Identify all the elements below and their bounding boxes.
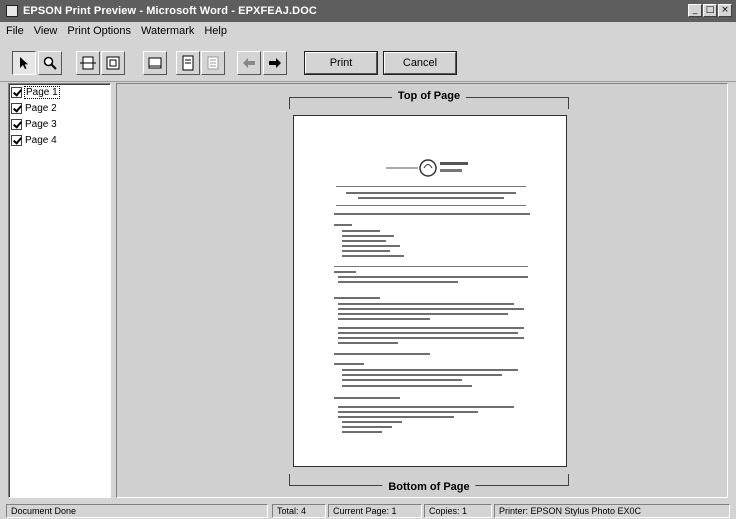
full-page-button[interactable] xyxy=(143,51,167,75)
top-of-page-label: Top of Page xyxy=(391,90,467,102)
bottom-of-page-label: Bottom of Page xyxy=(382,481,476,493)
zoom-icon xyxy=(43,56,57,70)
page-thumbnail[interactable] xyxy=(293,115,567,467)
app-icon xyxy=(6,5,18,17)
menu-help[interactable]: Help xyxy=(204,25,227,37)
status-current-page: Current Page: 1 xyxy=(328,503,422,518)
menu-file[interactable]: File xyxy=(6,25,24,37)
previous-page-icon xyxy=(243,58,255,68)
window-title: EPSON Print Preview - Microsoft Word - E… xyxy=(23,5,317,17)
print-button[interactable]: Print xyxy=(304,51,378,75)
page-4-label: Page 4 xyxy=(25,134,57,146)
page-list-item-2[interactable]: Page 2 xyxy=(11,101,108,115)
page-2-label: Page 2 xyxy=(25,102,57,114)
page-3-checkbox[interactable] xyxy=(11,118,22,130)
select-arrow-button[interactable] xyxy=(12,51,36,75)
status-message: Document Done xyxy=(6,503,268,518)
maximize-icon[interactable]: □ xyxy=(703,4,717,17)
fit-width-button[interactable] xyxy=(76,51,100,75)
bottom-of-page-marker: Bottom of Page xyxy=(289,474,569,493)
page-2-checkbox[interactable] xyxy=(11,102,22,114)
zoom-button[interactable] xyxy=(38,51,62,75)
settings-button[interactable] xyxy=(201,51,225,75)
page-list-item-4[interactable]: Page 4 xyxy=(11,133,108,147)
toolbar: Print Cancel xyxy=(0,40,736,82)
menu-view[interactable]: View xyxy=(34,25,58,37)
fit-page-button[interactable] xyxy=(101,51,125,75)
minimize-icon[interactable]: _ xyxy=(688,4,702,17)
page-1-checkbox[interactable] xyxy=(11,86,22,98)
status-copies: Copies: 1 xyxy=(424,503,492,518)
menu-watermark[interactable]: Watermark xyxy=(141,25,194,37)
full-page-icon xyxy=(148,57,162,69)
settings-icon xyxy=(207,56,219,70)
preview-area[interactable]: Top of Page Bottom of Page xyxy=(116,83,728,498)
page-setup-button[interactable] xyxy=(176,51,200,75)
close-icon[interactable]: × xyxy=(718,4,732,17)
next-page-icon xyxy=(269,58,281,68)
next-page-button[interactable] xyxy=(263,51,287,75)
page-list: Page 1 Page 2 Page 3 Page 4 xyxy=(8,83,111,498)
menu-bar: File View Print Options Watermark Help xyxy=(0,22,736,40)
status-bar: Document Done Total: 4 Current Page: 1 C… xyxy=(0,502,736,519)
page-list-item-3[interactable]: Page 3 xyxy=(11,117,108,131)
menu-print-options[interactable]: Print Options xyxy=(67,25,131,37)
status-printer: Printer: EPSON Stylus Photo EX0C xyxy=(494,503,730,518)
select-arrow-icon xyxy=(20,57,28,69)
logo-icon xyxy=(386,159,468,177)
window-controls: _ □ × xyxy=(688,4,732,17)
previous-page-button[interactable] xyxy=(237,51,261,75)
cancel-button[interactable]: Cancel xyxy=(383,51,457,75)
page-1-label: Page 1 xyxy=(24,85,60,99)
page-4-checkbox[interactable] xyxy=(11,134,22,146)
fit-width-icon xyxy=(80,56,96,70)
title-bar: EPSON Print Preview - Microsoft Word - E… xyxy=(0,0,736,22)
page-list-item-1[interactable]: Page 1 xyxy=(11,85,108,99)
status-total: Total: 4 xyxy=(272,503,326,518)
page-setup-icon xyxy=(182,55,194,71)
page-3-label: Page 3 xyxy=(25,118,57,130)
fit-page-icon xyxy=(106,56,120,70)
top-of-page-marker: Top of Page xyxy=(289,90,569,109)
